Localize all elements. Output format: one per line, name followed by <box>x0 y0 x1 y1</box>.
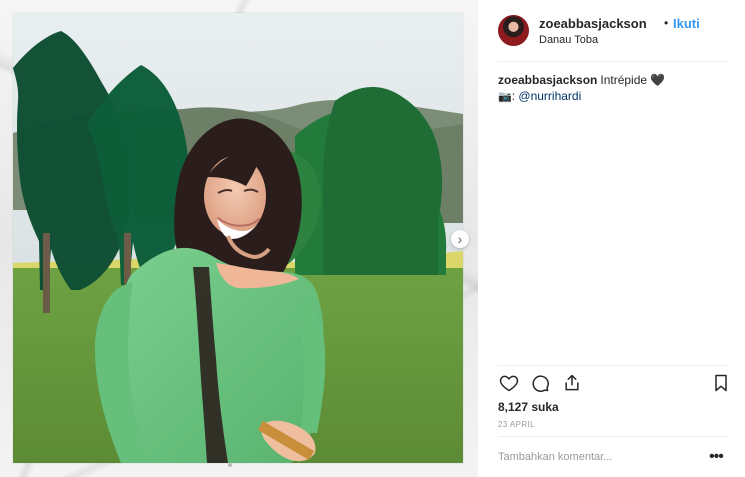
carousel-next-button[interactable]: › <box>451 230 469 248</box>
comment-button[interactable] <box>529 372 551 394</box>
post-caption: zoeabbasjackson Intrépide 🖤 📷: @nurrihard… <box>498 72 718 105</box>
save-button[interactable] <box>710 372 732 394</box>
actions-divider <box>498 365 728 366</box>
tag-link[interactable]: @nurrihardi <box>518 89 581 103</box>
caption-text: Intrépide <box>600 73 648 87</box>
caption-credit: 📷: @nurrihardi <box>498 88 718 105</box>
header-divider <box>498 61 728 62</box>
more-options-button[interactable]: ••• <box>709 449 724 465</box>
camera-emoji-icon: 📷 <box>498 91 512 103</box>
heart-icon <box>499 375 519 392</box>
header-dot-separator: • <box>664 16 669 30</box>
post-username[interactable]: zoeabbasjackson <box>539 16 647 31</box>
instagram-post-screen: › zoeabbasjackson • Ikuti Danau Toba zoe… <box>0 0 745 477</box>
bookmark-icon <box>715 374 727 392</box>
comment-input[interactable] <box>498 451 678 463</box>
heart-emoji-icon: 🖤 <box>650 73 666 87</box>
post-actions <box>498 372 728 396</box>
comment-divider <box>498 436 728 437</box>
follow-button[interactable]: Ikuti <box>673 16 700 31</box>
post-photo[interactable] <box>13 13 463 463</box>
post-header: zoeabbasjackson • Ikuti Danau Toba <box>479 0 745 61</box>
chevron-right-icon: › <box>457 231 463 247</box>
caption-colon: : <box>511 89 516 103</box>
caption-username[interactable]: zoeabbasjackson <box>498 73 597 87</box>
share-button[interactable] <box>561 372 583 394</box>
likes-count[interactable]: 8,127 suka <box>498 400 559 414</box>
like-button[interactable] <box>498 372 520 394</box>
post-location[interactable]: Danau Toba <box>539 34 598 46</box>
comment-icon <box>532 375 549 392</box>
share-icon <box>565 374 579 391</box>
post-sidebar: zoeabbasjackson • Ikuti Danau Toba zoeab… <box>479 0 745 477</box>
post-date: 23 APRIL <box>498 420 536 429</box>
avatar[interactable] <box>498 15 529 46</box>
photo-scene <box>13 13 463 463</box>
carousel-indicator-dot <box>228 463 232 467</box>
